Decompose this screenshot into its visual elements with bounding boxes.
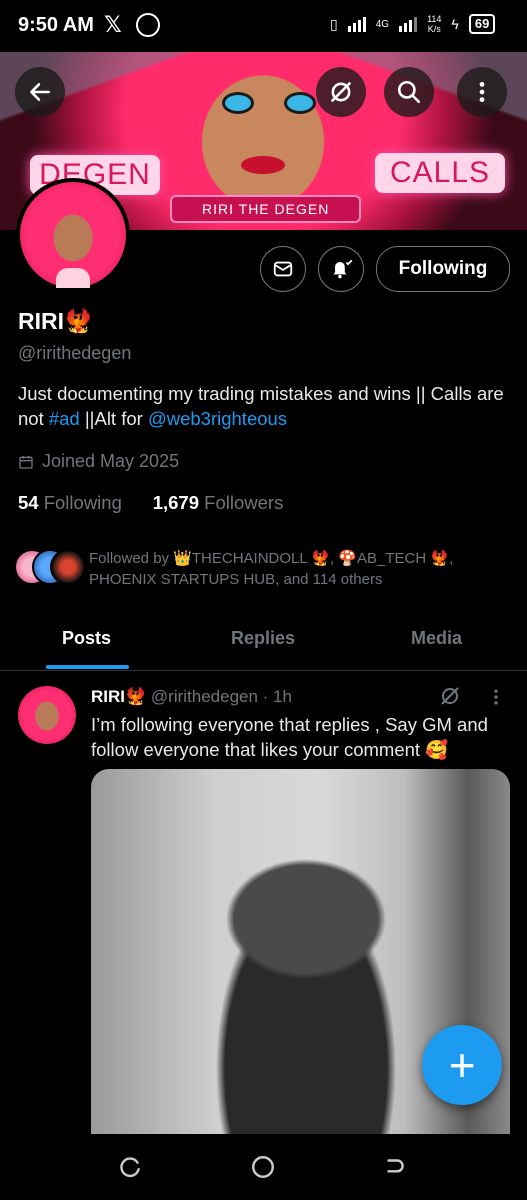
profile-handle: @ririthedegen <box>18 343 132 363</box>
post-text: I’m following everyone that replies , Sa… <box>91 714 488 760</box>
tab-media[interactable]: Media <box>411 628 462 649</box>
net-speed: 114 K/s <box>427 14 442 34</box>
home-icon[interactable] <box>250 1154 276 1187</box>
signal-icon <box>347 16 366 32</box>
network-type: 4G <box>375 18 390 30</box>
search-icon <box>397 80 421 104</box>
back-arrow-icon <box>30 83 50 101</box>
phoenix-emoji: 🐦‍🔥 <box>64 308 93 334</box>
followed-by-text[interactable]: Followed by 👑THECHAINDOLL 🐦‍🔥, 🍄AB_TECH … <box>89 548 509 590</box>
system-nav-bar <box>0 1134 527 1200</box>
battery-level: 69 <box>468 14 496 34</box>
back-button[interactable] <box>15 67 65 117</box>
mention-link[interactable]: @web3righteous <box>148 408 287 429</box>
follower-avatar <box>50 549 86 585</box>
post-handle-time: @ririthedegen · 1h <box>150 687 292 706</box>
signal-icon-2 <box>399 16 418 32</box>
status-indicators: ▯ 4G 114 K/s ϟ 69 <box>330 14 496 34</box>
recent-apps-icon[interactable] <box>118 1154 144 1187</box>
more-vertical-icon <box>479 82 485 102</box>
hashtag-link[interactable]: #ad <box>49 408 80 429</box>
grok-icon <box>441 687 459 705</box>
search-button[interactable] <box>384 67 434 117</box>
post-author-name[interactable]: RIRI <box>91 687 125 706</box>
followers-count-link[interactable]: 1,679 Followers <box>153 492 284 513</box>
whatsapp-icon <box>136 13 160 37</box>
compose-button[interactable]: + <box>422 1025 502 1105</box>
status-time: 9:50 AM <box>18 14 94 36</box>
banner-calls-text: CALLS <box>375 153 505 193</box>
following-button[interactable]: Following <box>376 246 510 292</box>
grok-icon <box>330 81 352 103</box>
notifications-button[interactable] <box>318 246 364 292</box>
post-more-button[interactable] <box>486 686 506 713</box>
banner-lips <box>241 156 285 174</box>
following-count-link[interactable]: 54 Following <box>18 492 122 513</box>
banner-name-plate: RIRI THE DEGEN <box>170 195 362 223</box>
active-tab-indicator <box>46 665 129 669</box>
bell-check-icon <box>333 259 353 279</box>
profile-avatar[interactable] <box>16 178 130 292</box>
more-button[interactable] <box>457 67 507 117</box>
plus-icon: + <box>448 1039 476 1091</box>
grok-button[interactable] <box>316 67 366 117</box>
message-button[interactable] <box>260 246 306 292</box>
tab-posts[interactable]: Posts <box>62 628 111 649</box>
post-author-avatar[interactable] <box>18 686 76 744</box>
joined-date: Joined May 2025 <box>18 451 179 472</box>
status-bar: 9:50 AM 𝕏 ▯ 4G 114 K/s ϟ 69 <box>0 0 527 52</box>
x-logo-icon: 𝕏 <box>104 12 122 37</box>
profile-name: RIRI🐦‍🔥 <box>18 308 93 334</box>
vibrate-icon: ▯ <box>330 15 338 32</box>
more-vertical-icon <box>494 689 498 705</box>
banner-eye-right <box>284 92 316 114</box>
post-grok-button[interactable] <box>438 684 462 713</box>
tab-replies[interactable]: Replies <box>231 628 295 649</box>
post-header: RIRI🐦‍🔥 @ririthedegen · 1h <box>91 687 292 706</box>
charging-icon: ϟ <box>451 16 459 32</box>
follow-counts: 54 Following 1,679 Followers <box>18 492 283 514</box>
profile-tabs: Posts Replies Media <box>0 612 527 671</box>
banner-eye-left <box>222 92 254 114</box>
calendar-icon <box>19 455 33 469</box>
back-nav-icon[interactable] <box>382 1154 408 1187</box>
envelope-icon <box>273 261 293 277</box>
profile-bio: Just documenting my trading mistakes and… <box>18 383 504 429</box>
